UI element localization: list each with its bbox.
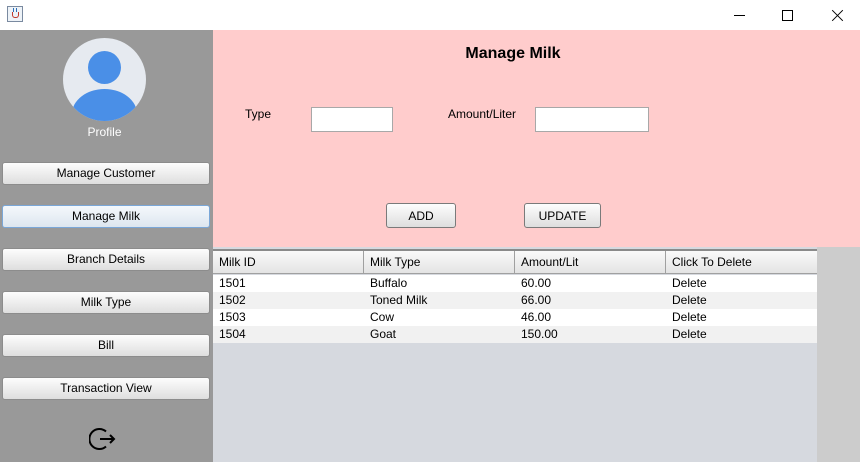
table-row[interactable]: 1504 Goat 150.00 Delete	[213, 326, 817, 343]
column-header-amount[interactable]: Amount/Lit	[515, 251, 666, 274]
maximize-button[interactable]	[764, 0, 810, 30]
table-header: Milk ID Milk Type Amount/Lit Click To De…	[213, 251, 817, 274]
milk-id-cell: 1501	[219, 276, 246, 290]
delete-cell[interactable]: Delete	[666, 275, 817, 292]
milk-type-button[interactable]: Milk Type	[2, 291, 210, 314]
logout-icon[interactable]	[89, 425, 117, 453]
title-bar[interactable]	[0, 0, 860, 30]
amount-cell: 66.00	[521, 293, 552, 307]
amount-input[interactable]	[535, 107, 649, 132]
table-side-panel	[817, 247, 860, 462]
delete-cell[interactable]: Delete	[666, 326, 817, 343]
minimize-icon	[733, 14, 745, 16]
form-panel: Manage Milk Type Amount/Liter ADD UPDATE	[213, 30, 860, 247]
add-button[interactable]: ADD	[386, 203, 456, 228]
update-button[interactable]: UPDATE	[524, 203, 601, 228]
table-row[interactable]: 1501 Buffalo 60.00 Delete	[213, 275, 817, 292]
delete-cell[interactable]: Delete	[666, 309, 817, 326]
milk-type-cell: Buffalo	[370, 276, 408, 290]
user-avatar-icon[interactable]	[63, 38, 146, 121]
maximize-icon	[781, 9, 793, 21]
minimize-button[interactable]	[716, 0, 762, 30]
milk-type-cell: Toned Milk	[370, 293, 428, 307]
branch-details-button[interactable]: Branch Details	[2, 248, 210, 271]
sidebar: Profile Manage Customer Manage Milk Bran…	[0, 30, 213, 462]
milk-id-cell: 1504	[219, 327, 246, 341]
column-header-milk-id[interactable]: Milk ID	[213, 251, 364, 274]
type-label: Type	[245, 107, 272, 121]
close-button[interactable]	[814, 0, 860, 30]
amount-cell: 150.00	[521, 327, 558, 341]
bill-button[interactable]: Bill	[2, 334, 210, 357]
application-window: Profile Manage Customer Manage Milk Bran…	[0, 0, 860, 462]
page-title: Manage Milk	[465, 45, 561, 62]
table-row[interactable]: 1503 Cow 46.00 Delete	[213, 309, 817, 326]
table-body: 1501 Buffalo 60.00 Delete 1502 Toned Mil…	[213, 275, 817, 343]
milk-id-cell: 1503	[219, 310, 246, 324]
milk-type-cell: Cow	[370, 310, 395, 324]
manage-milk-button[interactable]: Manage Milk	[2, 205, 210, 228]
profile-label[interactable]: Profile	[63, 125, 146, 139]
close-icon	[831, 9, 844, 22]
delete-cell[interactable]: Delete	[666, 292, 817, 309]
milk-type-cell: Goat	[370, 327, 397, 341]
type-input[interactable]	[311, 107, 393, 132]
table-row[interactable]: 1502 Toned Milk 66.00 Delete	[213, 292, 817, 309]
transaction-view-button[interactable]: Transaction View	[2, 377, 210, 400]
amount-label: Amount/Liter	[448, 107, 517, 121]
column-header-delete[interactable]: Click To Delete	[666, 251, 817, 274]
manage-customer-button[interactable]: Manage Customer	[2, 162, 210, 185]
column-header-milk-type[interactable]: Milk Type	[364, 251, 515, 274]
milk-id-cell: 1502	[219, 293, 246, 307]
amount-cell: 46.00	[521, 310, 552, 324]
amount-cell: 60.00	[521, 276, 552, 290]
java-coffee-cup-icon	[7, 6, 23, 22]
